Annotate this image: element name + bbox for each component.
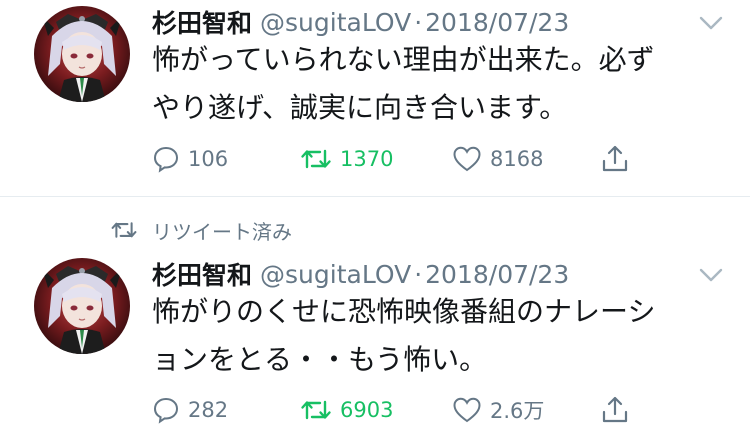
reply-icon [153,397,179,424]
chevron-down-icon[interactable] [698,266,724,284]
like-button[interactable]: 2.6万 [452,393,544,427]
tweet-text: 怖がっていられない理由が出来た。必ず やり遂げ、誠実に向き合います。 [152,36,712,132]
separator-dot: · [414,7,423,37]
tweet-text-line: 怖がりのくせに恐怖映像番組のナレーシ [152,295,656,328]
tweet-text-line: ョンをとる・・もう怖い。 [152,343,488,376]
retweet-context-label: リツイート済み [152,219,292,244]
retweet-context: リツイート済み [110,215,292,245]
display-name[interactable]: 杉田智和 [152,256,252,292]
tweet-text: 怖がりのくせに恐怖映像番組のナレーシ ョンをとる・・もう怖い。 [152,288,712,384]
share-icon [602,145,628,172]
tweet-header: 杉田智和 @sugitaLOV · 2018/07/23 [152,256,710,292]
chevron-down-icon[interactable] [698,14,724,32]
user-handle[interactable]: @sugitaLOV [260,8,411,37]
like-count: 8168 [490,147,544,171]
retweet-icon [301,149,331,169]
like-button[interactable]: 8168 [452,142,543,176]
tweet-actions: 106 1370 8168 [152,142,652,176]
tweet-date[interactable]: 2018/07/23 [425,260,569,289]
heart-icon [453,146,481,172]
reply-icon [153,146,179,173]
tweet-header: 杉田智和 @sugitaLOV · 2018/07/23 [152,4,710,40]
retweet-icon [111,222,137,238]
separator-dot: · [414,259,423,289]
reply-button[interactable]: 106 [152,142,228,176]
tweet-text-line: やり遂げ、誠実に向き合います。 [152,91,568,124]
retweet-button[interactable]: 6903 [300,393,393,427]
retweet-count: 1370 [340,147,394,171]
share-button[interactable] [600,393,638,427]
reply-count: 282 [188,398,229,422]
retweet-button[interactable]: 1370 [300,142,393,176]
share-button[interactable] [600,142,638,176]
tweet[interactable]: 杉田智和 @sugitaLOV · 2018/07/23 怖がっていられない理由… [0,0,750,197]
retweet-count: 6903 [340,398,394,422]
reply-button[interactable]: 282 [152,393,228,427]
avatar[interactable] [34,6,130,102]
heart-icon [453,397,481,423]
tweet-actions: 282 6903 2.6万 [152,393,652,427]
avatar[interactable] [34,258,130,354]
tweet-date[interactable]: 2018/07/23 [425,8,569,37]
user-handle[interactable]: @sugitaLOV [260,260,411,289]
display-name[interactable]: 杉田智和 [152,4,252,40]
tweet[interactable]: リツイート済み 杉田智和 @sugitaLOV · 2018/07/23 怖がり… [0,197,750,424]
retweet-icon [301,400,331,420]
reply-count: 106 [188,147,229,171]
tweet-text-line: 怖がっていられない理由が出来た。必ず [152,43,655,76]
